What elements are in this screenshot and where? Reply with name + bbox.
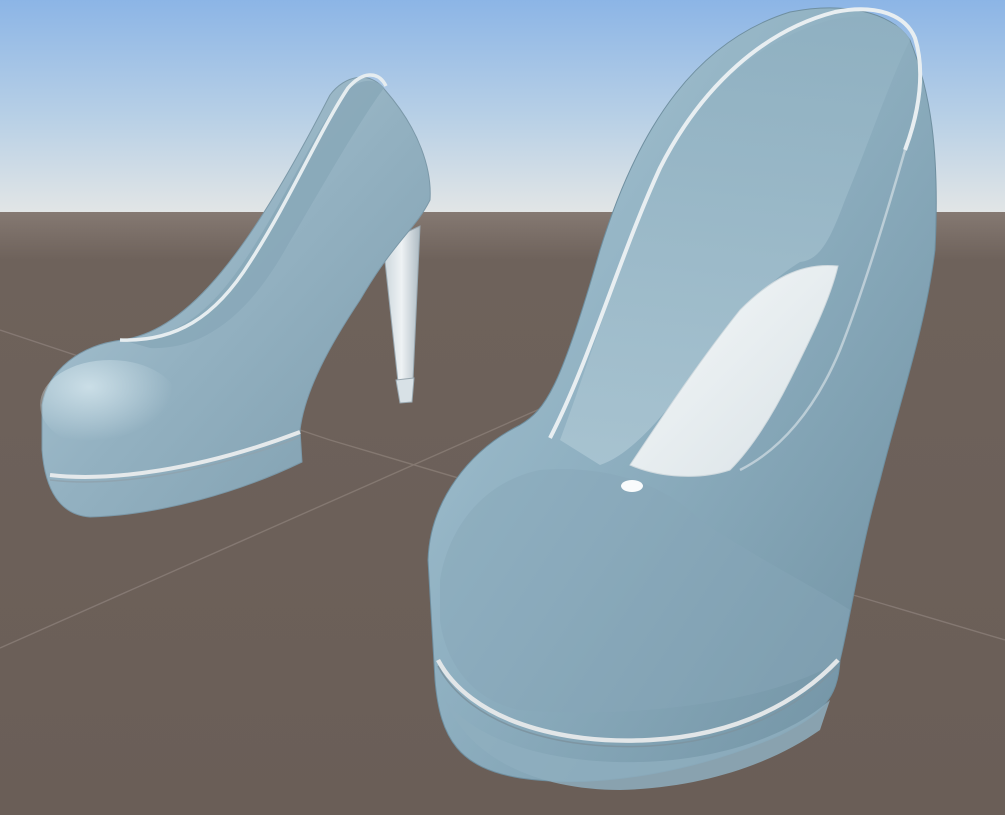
right-shoe-specular bbox=[621, 480, 643, 492]
scene-viewport bbox=[0, 0, 1005, 815]
left-shoe-shine bbox=[40, 360, 180, 450]
3d-scene bbox=[0, 0, 1005, 815]
